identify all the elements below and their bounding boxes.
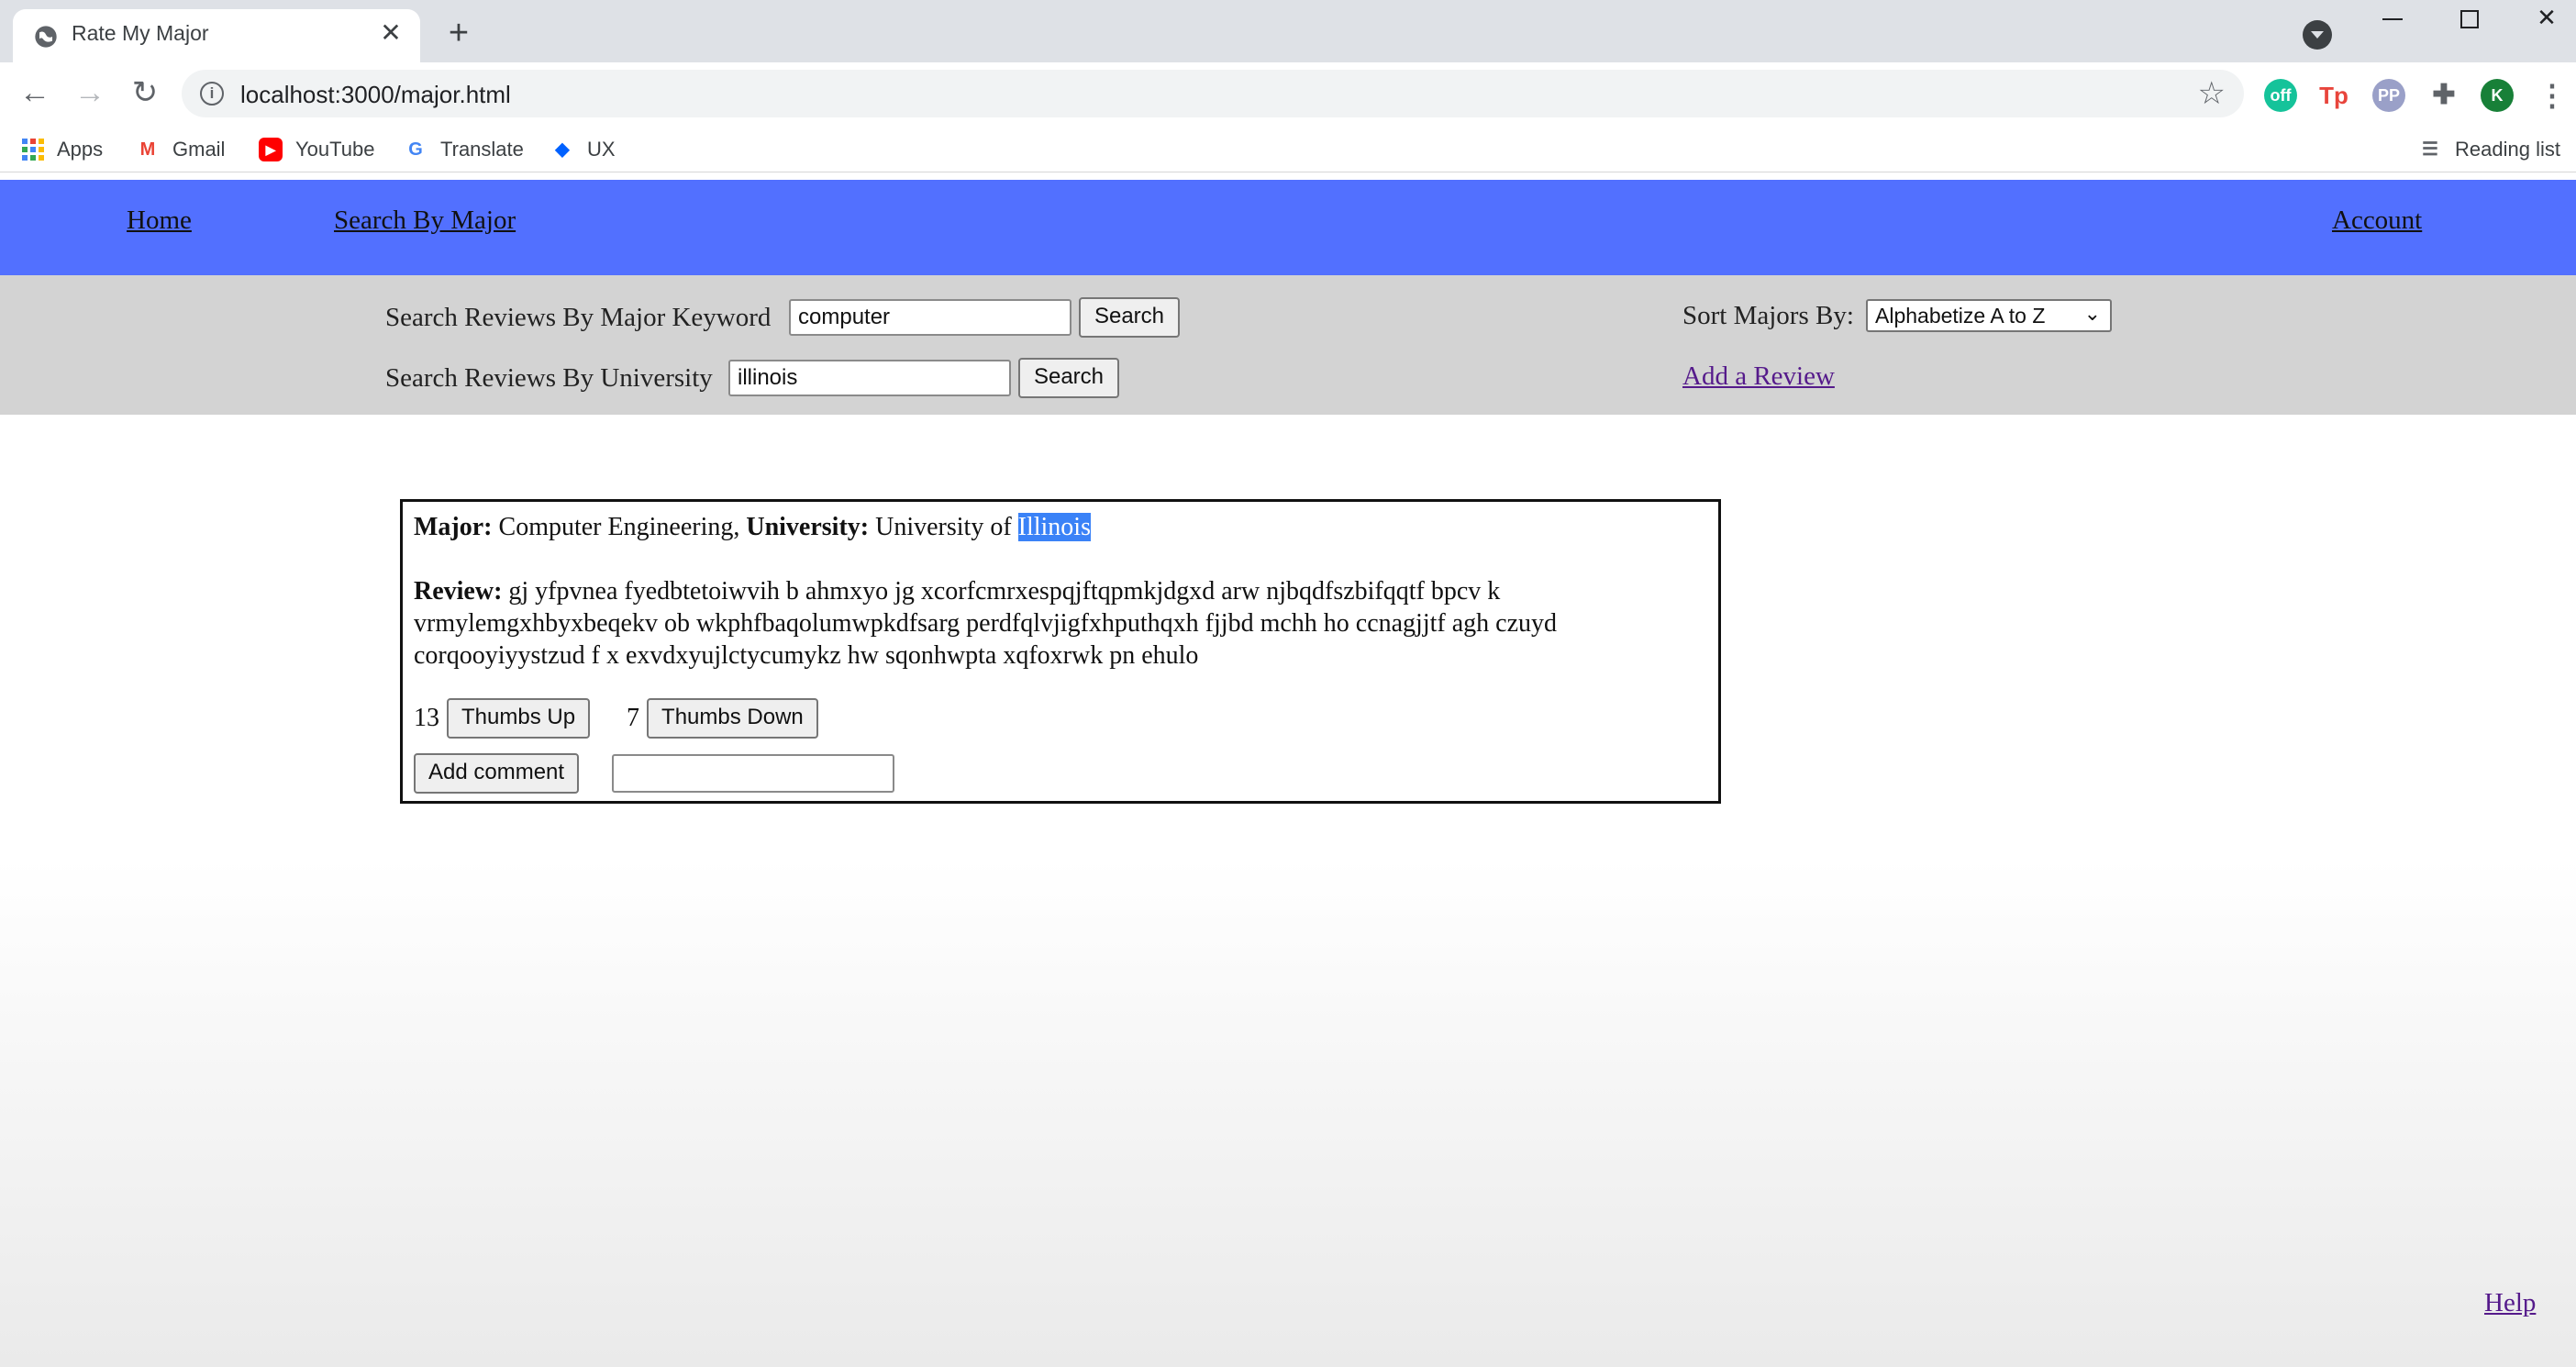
web-page: Home Search By Major Account Search Revi… (0, 180, 2576, 1367)
review-header: Major: Computer Engineering, University:… (414, 513, 1091, 542)
comment-row: Add comment (414, 753, 895, 794)
tab-search-icon[interactable] (2303, 20, 2332, 50)
major-label: Major: (414, 513, 493, 541)
site-info-icon[interactable]: i (200, 82, 224, 106)
address-bar[interactable]: i localhost:3000/major.html ☆ (182, 70, 2244, 117)
reload-icon[interactable]: ↻ (125, 73, 165, 114)
university-search-button[interactable]: Search (1018, 358, 1119, 398)
keyword-search-input[interactable]: computer (789, 299, 1071, 336)
review-label: Review: (414, 577, 503, 606)
pp-extension-icon[interactable]: PP (2372, 79, 2405, 112)
bookmark-ux[interactable]: ◆ UX (550, 136, 616, 163)
thumbs-up-count: 13 (414, 704, 439, 732)
maximize-window-icon[interactable] (2431, 0, 2508, 37)
thumbs-down-button[interactable]: Thumbs Down (647, 698, 818, 739)
translate-icon: G (408, 139, 423, 160)
tab-title: Rate My Major (72, 21, 209, 45)
sort-selected-value: Alphabetize A to Z (1875, 304, 2046, 328)
browser-tab-bar: Rate My Major ✕ + ✕ (0, 0, 2576, 62)
new-tab-icon[interactable]: + (440, 16, 477, 53)
bookmark-star-icon[interactable]: ☆ (2198, 77, 2226, 110)
review-text: gj yfpvnea fyedbtetoiwvih b ahmxyo jg xc… (414, 577, 1557, 670)
add-review-link[interactable]: Add a Review (1682, 361, 1835, 392)
help-link[interactable]: Help (2484, 1288, 2536, 1318)
gmail-icon: M (139, 139, 156, 160)
site-nav-bar: Home Search By Major Account (0, 180, 2576, 275)
globe-icon (35, 26, 57, 48)
browser-tab[interactable]: Rate My Major ✕ (13, 9, 420, 62)
forward-arrow-icon[interactable]: → (70, 73, 110, 114)
back-arrow-icon[interactable]: ← (15, 73, 55, 114)
youtube-icon: ▶ (259, 138, 283, 161)
url-text[interactable]: localhost:3000/major.html (240, 81, 511, 109)
keyword-search-label: Search Reviews By Major Keyword (385, 303, 772, 332)
bookmark-youtube[interactable]: ▶ YouTube (259, 136, 374, 163)
close-tab-icon[interactable]: ✕ (376, 18, 405, 48)
review-card: Major: Computer Engineering, University:… (400, 499, 1721, 804)
reading-list-icon: ☰ (2422, 139, 2438, 160)
sort-majors-label: Sort Majors By: (1682, 301, 1854, 330)
major-value: Computer Engineering, (498, 513, 740, 541)
vote-row: 13 Thumbs Up 7 Thumbs Down (414, 698, 818, 739)
bookmark-label: Apps (57, 138, 104, 161)
browser-toolbar: ← → ↻ i localhost:3000/major.html ☆ off … (0, 62, 2576, 125)
bookmark-label: Gmail (172, 138, 226, 161)
dropbox-icon: ◆ (555, 139, 570, 160)
tp-extension-icon[interactable]: Tp (2317, 79, 2350, 112)
close-window-icon[interactable]: ✕ (2508, 0, 2576, 37)
bookmarks-bar: Apps M Gmail ▶ YouTube G Translate ◆ UX … (0, 125, 2576, 172)
comment-input[interactable] (612, 754, 895, 793)
apps-grid-icon (22, 139, 44, 161)
browser-menu-icon[interactable]: ⋮ (2536, 79, 2569, 112)
university-label: University: (746, 513, 870, 541)
add-comment-button[interactable]: Add comment (414, 753, 580, 794)
university-search-label: Search Reviews By University (385, 363, 713, 393)
bookmark-label: UX (587, 138, 616, 161)
sort-majors-select[interactable]: Alphabetize A to Z ⌄ (1866, 299, 2112, 332)
thumbs-down-count: 7 (627, 704, 640, 732)
minimize-window-icon[interactable] (2354, 0, 2431, 37)
reading-list-button[interactable]: ☰ Reading list (2418, 136, 2560, 163)
bookmark-label: Translate (440, 138, 524, 161)
search-panel: Search Reviews By Major Keyword computer… (0, 275, 2576, 415)
thumbs-up-button[interactable]: Thumbs Up (447, 698, 591, 739)
bookmark-label: YouTube (295, 138, 375, 161)
selected-text-highlight: Illinois (1017, 513, 1091, 541)
profile-avatar[interactable]: K (2481, 79, 2514, 112)
reading-list-label: Reading list (2455, 138, 2560, 161)
grammarly-extension-icon[interactable]: off (2264, 79, 2297, 112)
nav-account-link[interactable]: Account (2332, 206, 2422, 236)
bookmark-translate[interactable]: G Translate (404, 136, 524, 163)
chevron-down-icon: ⌄ (2083, 302, 2101, 325)
keyword-search-button[interactable]: Search (1079, 297, 1180, 338)
university-value: University of (875, 513, 1012, 541)
bookmark-apps[interactable]: Apps (22, 136, 103, 163)
nav-home-link[interactable]: Home (127, 206, 192, 236)
review-body: Review: gj yfpvnea fyedbtetoiwvih b ahmx… (414, 575, 1698, 672)
university-search-input[interactable]: illinois (728, 360, 1011, 396)
bookmark-gmail[interactable]: M Gmail (136, 136, 226, 163)
extensions-puzzle-icon[interactable]: ✚ (2427, 79, 2460, 112)
nav-search-by-major-link[interactable]: Search By Major (334, 206, 516, 236)
